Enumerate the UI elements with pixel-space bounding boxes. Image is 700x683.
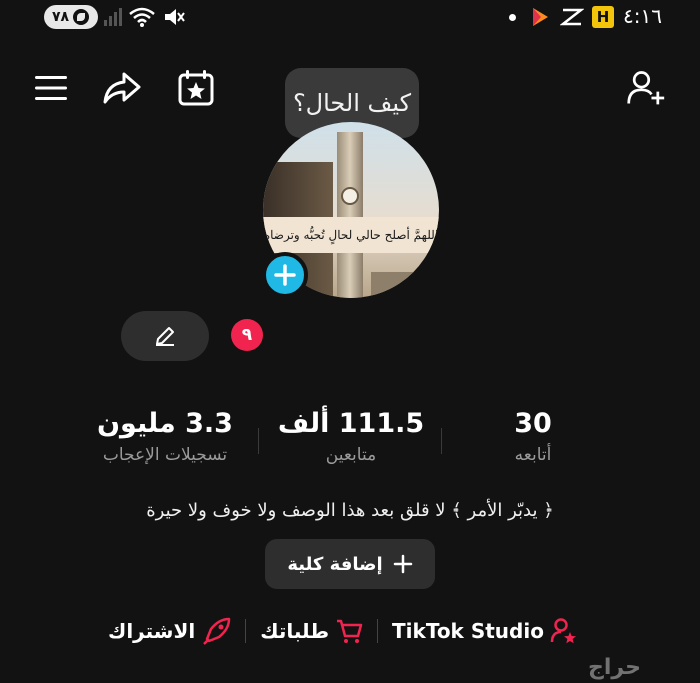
following-label: أتابعه (514, 445, 552, 465)
calendar-star-icon (178, 70, 214, 106)
studio-label: TikTok Studio (392, 619, 544, 643)
notification-dot (509, 14, 516, 21)
play-store-icon (533, 8, 548, 26)
likes-count: 3.3 مليون (97, 408, 233, 439)
rocket-icon (203, 617, 231, 645)
stat-divider (258, 428, 259, 454)
clock: ٤:١٦ (623, 4, 662, 28)
haraj-app-icon: H (592, 6, 614, 28)
subscribe-label: الاشتراك (108, 619, 196, 643)
add-user-icon (627, 71, 665, 105)
person-star-icon (550, 618, 576, 644)
capcut-icon (560, 8, 584, 26)
wifi-icon (129, 7, 155, 27)
profile-bio: ﴿ يدبّر الأمر ﴾ لا قلق بعد هذا الوصف ولا… (146, 500, 554, 521)
orders-link[interactable]: طلباتك (260, 618, 363, 644)
likes-label: تسجيلات الإعجاب (102, 445, 228, 465)
mute-icon (165, 9, 185, 25)
plus-icon (274, 264, 296, 286)
signal-icon (104, 8, 122, 26)
add-story-button[interactable] (262, 252, 308, 298)
share-icon (103, 72, 141, 104)
studio-link[interactable]: TikTok Studio (392, 617, 578, 645)
add-bio-label: إضافة كلية (287, 553, 383, 575)
followers-label: متابعين (325, 445, 377, 465)
avatar-building-right (371, 272, 439, 298)
stat-likes[interactable]: 3.3 مليون تسجيلات الإعجاب (80, 408, 250, 465)
status-bar: ٧٨ H ٤:١٦ (0, 0, 700, 36)
cart-icon (337, 619, 363, 643)
status-bubble-text: كيف الحال؟ (292, 89, 412, 117)
subscribe-link[interactable]: الاشتراك (108, 617, 231, 645)
stat-divider (441, 428, 442, 454)
add-friend-button[interactable] (626, 68, 666, 108)
link-divider (245, 619, 247, 643)
link-divider (377, 619, 379, 643)
avatar-caption: اللهمَّ أصلح حالي لحالٍ تُحبُّه وترضاه (263, 217, 439, 253)
notification-badge[interactable]: ٩ (231, 319, 263, 351)
add-bio-button[interactable]: إضافة كلية (265, 539, 435, 589)
events-button[interactable] (176, 68, 216, 108)
stat-followers[interactable]: 111.5 ألف متابعين (266, 408, 436, 465)
battery-saver-icon (73, 9, 90, 25)
watermark: حراج (588, 655, 641, 680)
followers-count: 111.5 ألف (277, 408, 425, 439)
edit-profile-button[interactable] (121, 311, 209, 361)
profile-links: الاشتراك طلباتك TikTok Studio (108, 614, 578, 648)
clock-face (341, 187, 359, 205)
stat-following[interactable]: 30 أتابعه (448, 408, 618, 465)
following-count: 30 (514, 408, 552, 439)
battery-level: ٧٨ (52, 9, 70, 25)
battery-indicator: ٧٨ (44, 5, 98, 29)
avatar-clock-tower (337, 132, 363, 298)
menu-icon (35, 76, 67, 100)
orders-label: طلباتك (260, 619, 330, 643)
share-button[interactable] (102, 68, 142, 108)
plus-icon (393, 554, 412, 574)
menu-button[interactable] (31, 68, 71, 108)
pencil-icon (156, 327, 174, 346)
